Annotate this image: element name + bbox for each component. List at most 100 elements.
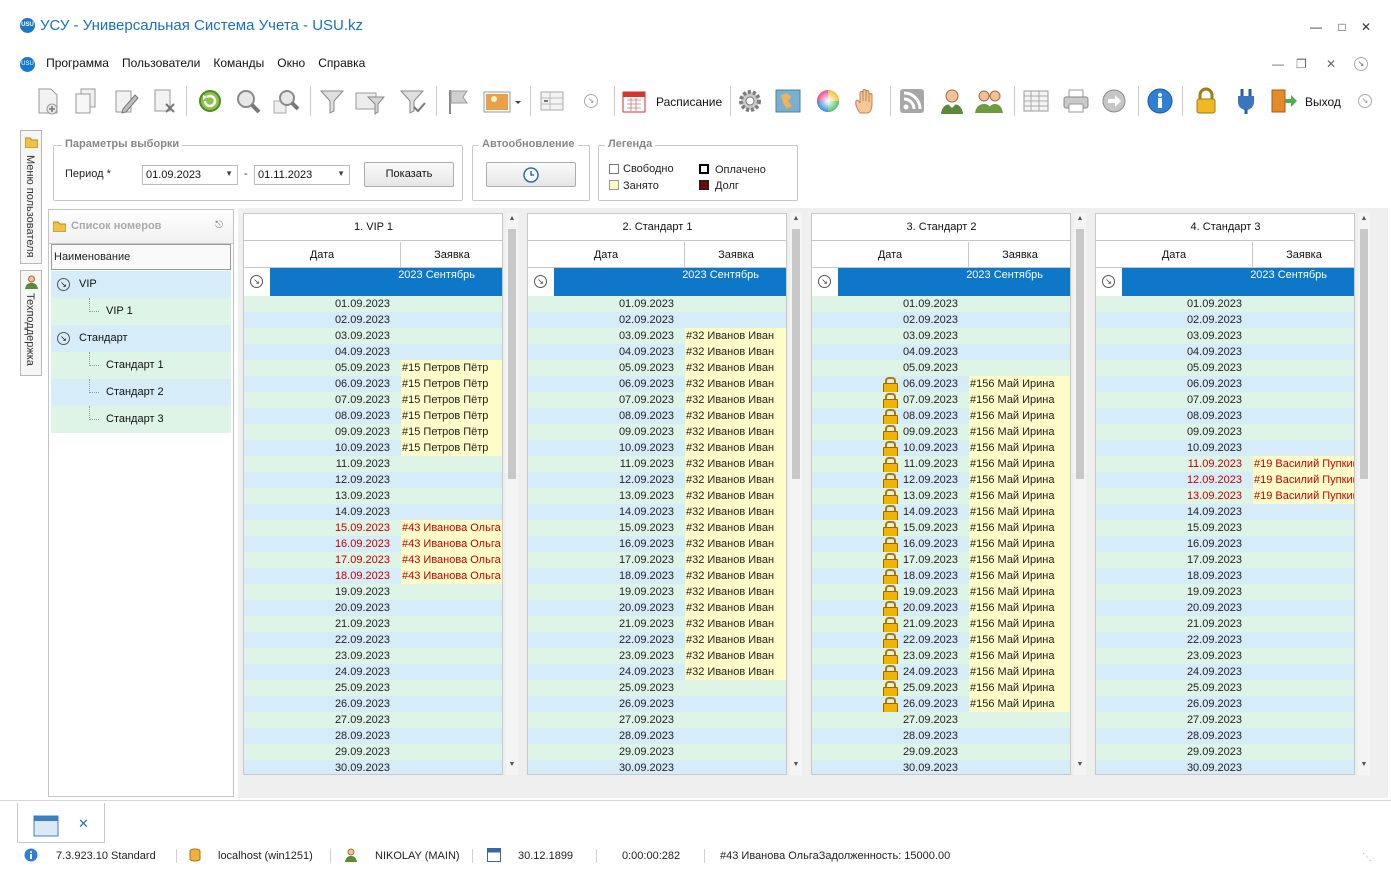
table-row[interactable]: 04.09.2023 #32 Иванов Иван (528, 344, 786, 360)
table-row[interactable]: 15.09.2023 #156 Май Ирина (812, 520, 1070, 537)
date-from-input[interactable]: 01.09.2023 ▼ (142, 165, 238, 185)
table-row[interactable]: 24.09.2023 (1096, 664, 1354, 680)
hand-icon[interactable] (850, 85, 882, 117)
collapse-icon[interactable]: ↘ (534, 275, 547, 288)
table-row[interactable]: 26.09.2023 #156 Май Ирина (812, 696, 1070, 713)
table-row[interactable]: 09.09.2023 #15 Петров Пётр (244, 424, 502, 440)
table-row[interactable]: 20.09.2023 (1096, 600, 1354, 616)
table-row[interactable]: 04.09.2023 (1096, 344, 1354, 360)
table-row[interactable]: 12.09.2023 #32 Иванов Иван (528, 472, 786, 488)
exit-label[interactable]: Выход (1305, 95, 1341, 109)
table-row[interactable]: 06.09.2023 #156 Май Ирина (812, 376, 1070, 393)
table-row[interactable]: 29.09.2023 (1096, 744, 1354, 760)
calendar-icon[interactable] (618, 85, 650, 117)
table-row[interactable]: 28.09.2023 (812, 728, 1070, 744)
table-row[interactable]: 28.09.2023 (528, 728, 786, 744)
table-row[interactable]: 04.09.2023 (812, 344, 1070, 360)
exit-icon[interactable] (1268, 85, 1300, 117)
table-row[interactable]: 01.09.2023 (244, 296, 502, 312)
table-row[interactable]: 03.09.2023 (244, 328, 502, 344)
lock-icon[interactable] (1190, 85, 1222, 117)
table-row[interactable]: 04.09.2023 (244, 344, 502, 360)
pin-icon[interactable]: ⎋ (215, 220, 223, 231)
table-row[interactable]: 12.09.2023 #19 Василий Пупкин (1096, 472, 1354, 488)
table-row[interactable]: 13.09.2023 #32 Иванов Иван (528, 488, 786, 504)
table-row[interactable]: 16.09.2023 #43 Иванова Ольга (244, 536, 502, 552)
table-row[interactable]: 29.09.2023 (528, 744, 786, 760)
table-row[interactable]: 13.09.2023 #19 Василий Пупкин (1096, 488, 1354, 504)
window-tab-close-icon[interactable]: ✕ (78, 816, 89, 832)
table-row[interactable]: 15.09.2023 #32 Иванов Иван (528, 520, 786, 536)
tab-support[interactable]: Техподдержка (20, 270, 42, 376)
layout-icon[interactable] (536, 85, 568, 117)
room-row[interactable]: VIP 1 (51, 298, 231, 325)
table-row[interactable]: 08.09.2023 #15 Петров Пётр (244, 408, 502, 424)
maximize-icon[interactable]: □ (1332, 18, 1352, 36)
table-row[interactable]: 16.09.2023 #156 Май Ирина (812, 536, 1070, 553)
table-row[interactable]: 18.09.2023 (1096, 568, 1354, 584)
table-row[interactable]: 14.09.2023 (1096, 504, 1354, 520)
scroll-down-icon[interactable]: ▼ (790, 761, 802, 768)
settings-icon[interactable] (734, 85, 766, 117)
table-row[interactable]: 27.09.2023 (1096, 712, 1354, 728)
close-icon[interactable]: ✕ (1356, 18, 1376, 36)
rss-icon[interactable] (896, 85, 928, 117)
table-row[interactable]: 11.09.2023 (244, 456, 502, 472)
collapse-toolbar-icon[interactable]: ↘ (582, 85, 600, 117)
table-row[interactable]: 26.09.2023 (528, 696, 786, 712)
table-row[interactable]: 06.09.2023 (1096, 376, 1354, 392)
table-row[interactable]: 21.09.2023 (244, 616, 502, 632)
table-row[interactable]: 23.09.2023 (1096, 648, 1354, 664)
scroll-thumb[interactable] (508, 229, 516, 479)
edit-icon[interactable] (110, 85, 142, 117)
table-row[interactable]: 05.09.2023 (1096, 360, 1354, 376)
table-row[interactable]: 17.09.2023 #43 Иванова Ольга (244, 552, 502, 568)
scroll-down-icon[interactable]: ▼ (506, 761, 518, 768)
table-row[interactable]: 27.09.2023 (528, 712, 786, 728)
scroll-thumb[interactable] (1076, 229, 1084, 479)
vertical-scrollbar[interactable]: ▲ ▼ (1074, 213, 1086, 775)
table-icon[interactable] (1020, 85, 1052, 117)
table-row[interactable]: 08.09.2023 #156 Май Ирина (812, 408, 1070, 425)
table-row[interactable]: 18.09.2023 #43 Иванова Ольга (244, 568, 502, 584)
room-row[interactable]: Стандарт 2 (51, 379, 231, 406)
menu-program[interactable]: Программа (41, 53, 114, 73)
table-row[interactable]: 12.09.2023 #156 Май Ирина (812, 472, 1070, 489)
search-icon[interactable] (232, 85, 264, 117)
table-row[interactable]: 16.09.2023 #32 Иванов Иван (528, 536, 786, 552)
arrow-right-icon[interactable] (1098, 85, 1130, 117)
refresh-icon[interactable] (194, 85, 226, 117)
table-row[interactable]: 18.09.2023 #32 Иванов Иван (528, 568, 786, 584)
table-row[interactable]: 01.09.2023 (1096, 296, 1354, 312)
table-row[interactable]: 26.09.2023 (1096, 696, 1354, 712)
table-row[interactable]: 30.09.2023 (244, 760, 502, 774)
table-row[interactable]: 25.09.2023 (1096, 680, 1354, 696)
flag-icon[interactable] (442, 85, 474, 117)
image-icon[interactable] (480, 85, 524, 117)
table-row[interactable]: 01.09.2023 (528, 296, 786, 312)
table-row[interactable]: 10.09.2023 #156 Май Ирина (812, 440, 1070, 457)
collapse-icon[interactable]: ↘ (57, 332, 70, 345)
menu-help[interactable]: Справка (313, 53, 370, 73)
date-column-header[interactable]: Дата (812, 242, 969, 268)
table-row[interactable]: 15.09.2023 (1096, 520, 1354, 536)
table-row[interactable]: 10.09.2023 (1096, 440, 1354, 456)
table-row[interactable]: 28.09.2023 (244, 728, 502, 744)
table-row[interactable]: 05.09.2023 (812, 360, 1070, 376)
order-column-header[interactable]: Заявка (1253, 242, 1354, 268)
mdi-restore-icon[interactable]: ❐ (1296, 57, 1307, 71)
table-row[interactable]: 02.09.2023 (812, 312, 1070, 328)
scroll-up-icon[interactable]: ▲ (790, 215, 802, 222)
mdi-minimize-icon[interactable]: — (1272, 57, 1284, 71)
table-row[interactable]: 25.09.2023 (528, 680, 786, 696)
table-row[interactable]: 02.09.2023 (1096, 312, 1354, 328)
table-row[interactable]: 19.09.2023 #156 Май Ирина (812, 584, 1070, 601)
table-row[interactable]: 19.09.2023 (1096, 584, 1354, 600)
scroll-up-icon[interactable]: ▲ (1358, 215, 1370, 222)
table-row[interactable]: 25.09.2023 #156 Май Ирина (812, 680, 1070, 697)
table-row[interactable]: 01.09.2023 (812, 296, 1070, 312)
table-row[interactable]: 20.09.2023 #32 Иванов Иван (528, 600, 786, 616)
mdi-close-icon[interactable]: ✕ (1326, 57, 1336, 71)
table-row[interactable]: 06.09.2023 #15 Петров Пётр (244, 376, 502, 392)
table-row[interactable]: 12.09.2023 (244, 472, 502, 488)
